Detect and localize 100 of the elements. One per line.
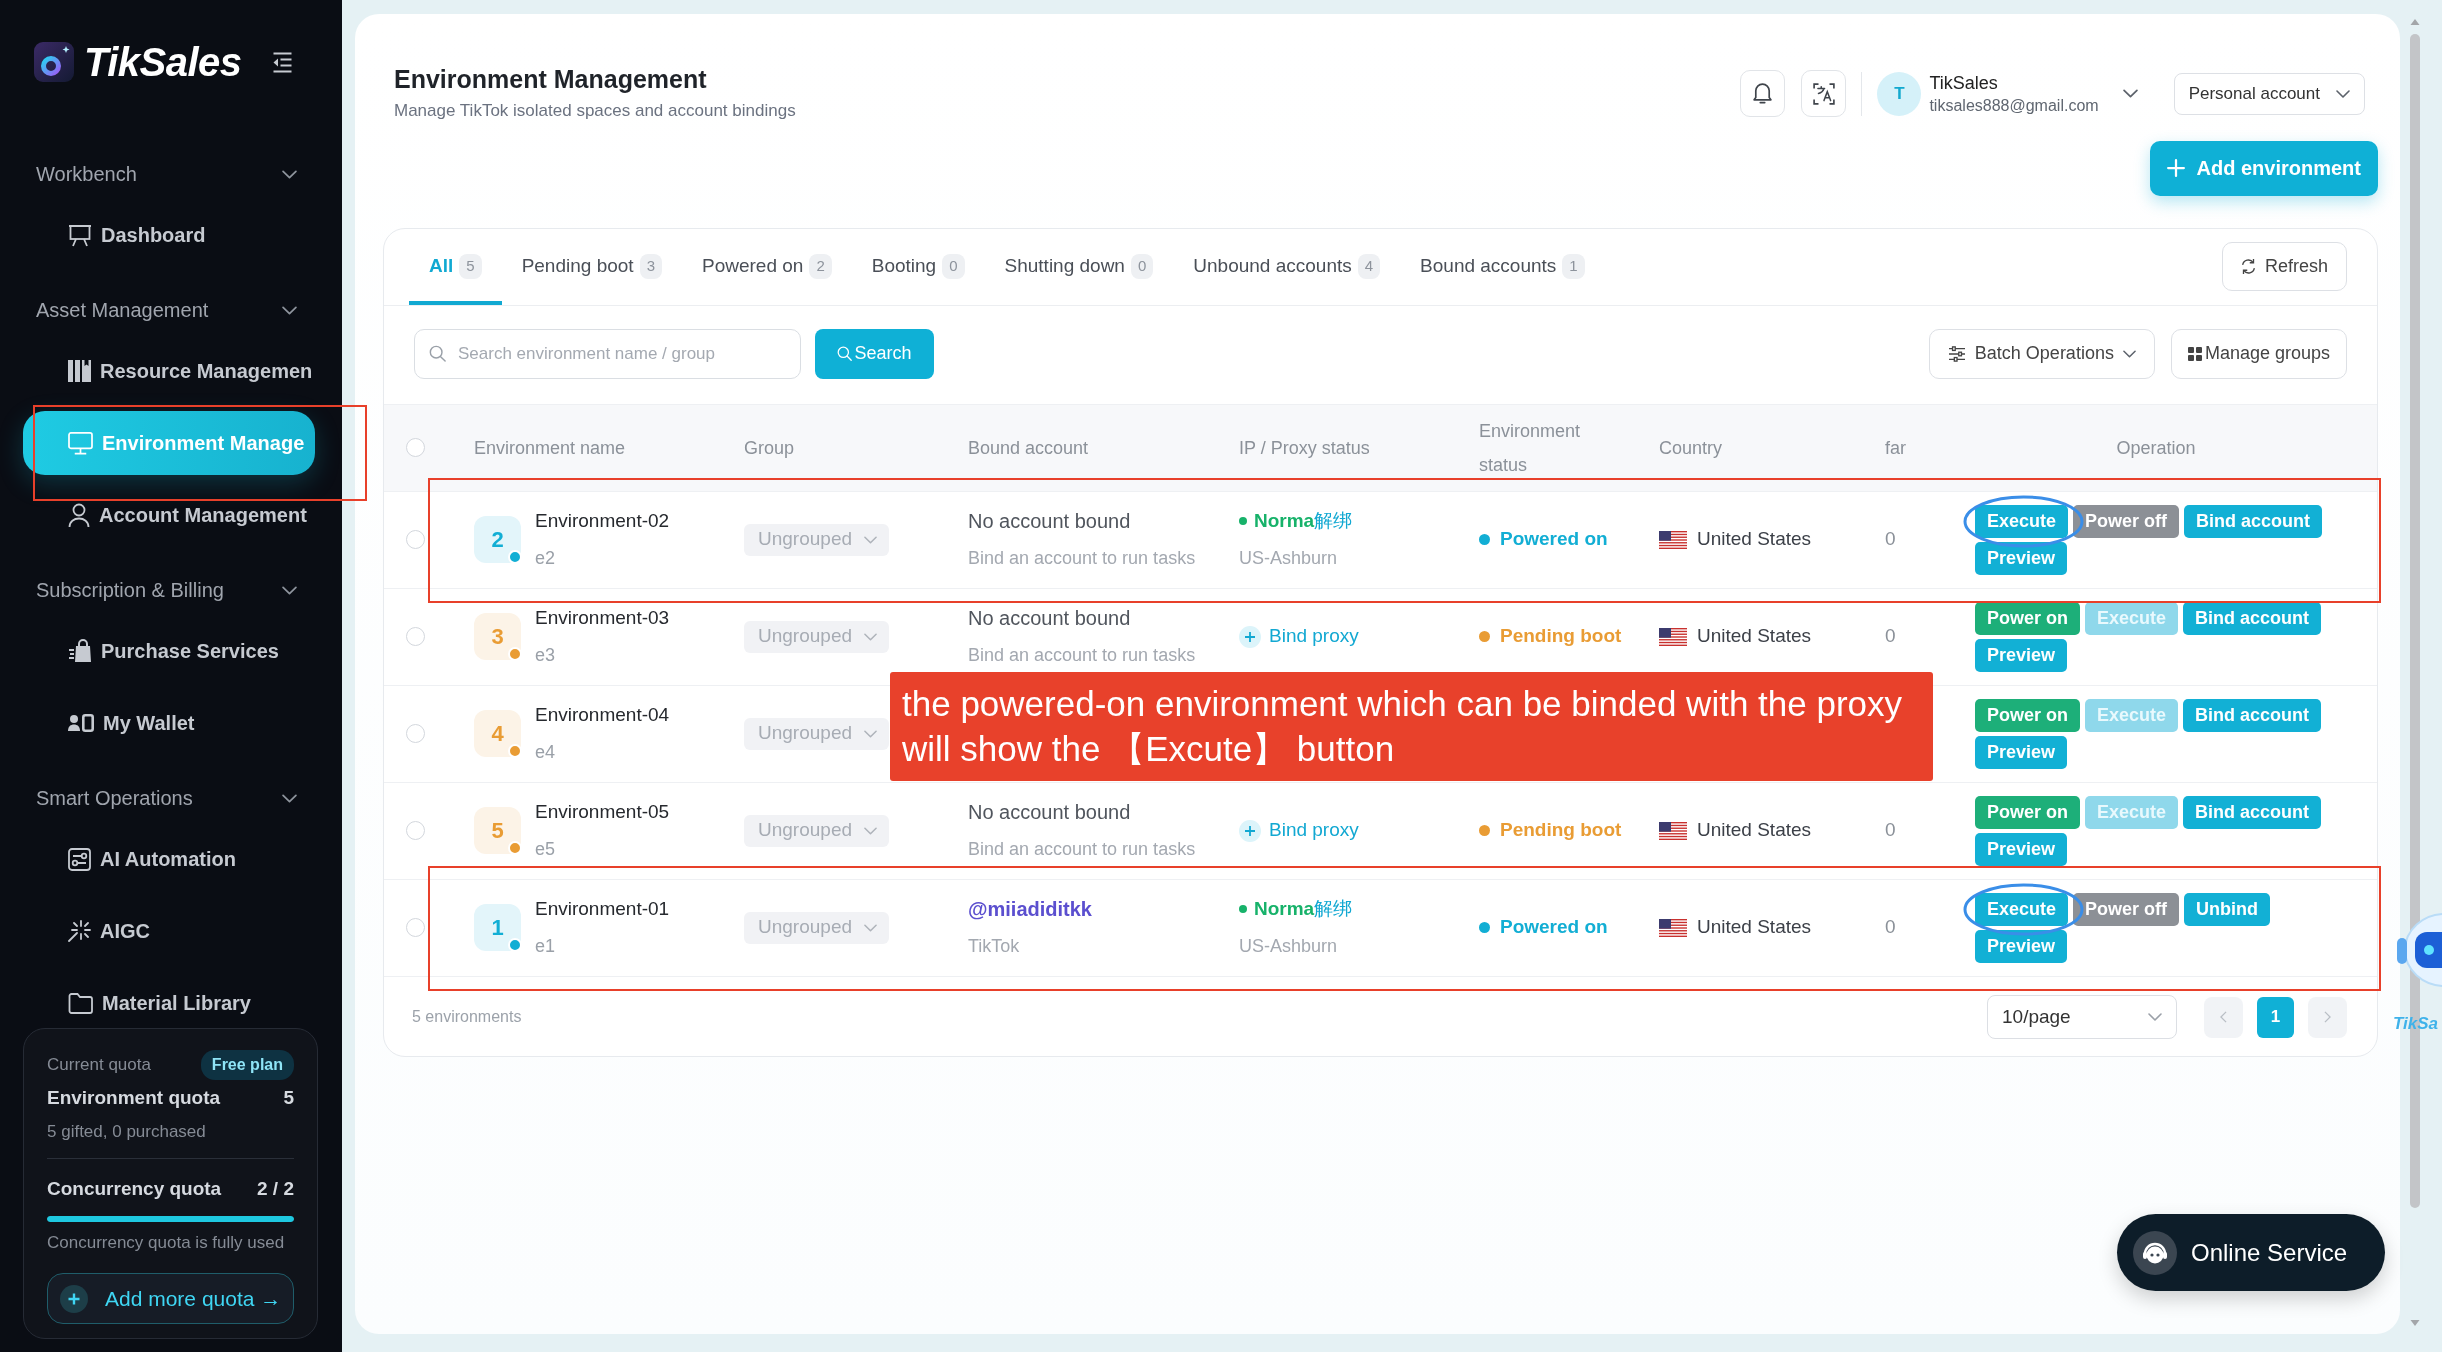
account-note: Bind an account to run tasks [968,838,1196,861]
section-header[interactable]: Asset Management [0,285,342,335]
nav-item[interactable]: Account Management [23,483,315,547]
page-size-select[interactable]: 10/page [1987,995,2177,1039]
section-header[interactable]: Workbench [0,149,342,199]
online-service-button[interactable]: Online Service [2117,1214,2385,1291]
action-button[interactable]: Unbind [2184,892,2271,926]
next-page-button[interactable] [2308,996,2347,1038]
sliders-icon [1947,345,1966,362]
tab[interactable]: All 5 [409,228,502,305]
tab[interactable]: Powered on 2 [681,228,852,305]
section-header[interactable]: Subscription & Billing [0,565,342,615]
nav-item[interactable]: AIGC [23,899,315,963]
action-button[interactable]: Preview [1975,541,2068,575]
number-label: 3 [474,613,521,660]
plus-circle-icon [1239,625,1261,648]
count-label: 0 [942,254,965,279]
tab[interactable]: Unbound accounts 4 [1173,228,1401,305]
nav-item[interactable]: Environment Manage [23,411,315,475]
action-button[interactable]: Power on [1975,795,2080,829]
action-button[interactable]: Bind account [2183,795,2322,829]
count-label: 1 [1562,254,1585,279]
user-icon [68,502,90,528]
bind-proxy-link[interactable]: Bind proxy [1239,622,1359,651]
account-status: No account bound [968,800,1132,824]
select-all-checkbox[interactable] [406,438,425,457]
nav-item[interactable]: Material Library [23,971,315,1035]
nav-item[interactable]: Resource Managemen [23,339,315,403]
proxy-status: Norma [1254,897,1315,921]
quota-note: 5 gifted, 0 purchased [47,1120,207,1143]
unbind-link[interactable]: 解绑 [1314,897,1353,921]
translate-button[interactable] [1801,70,1847,117]
column-header: Bound account [968,436,1089,460]
menu-icon[interactable] [272,51,293,73]
folder-icon [68,992,93,1014]
flag-icon [1659,821,1687,840]
account-link[interactable]: @miiadiditkk [968,897,1092,921]
action-button[interactable]: Bind account [2183,601,2322,635]
nav-item[interactable]: Purchase Services [23,619,315,683]
count-label: 3 [639,254,662,279]
user-avatar[interactable]: T [1877,71,1922,116]
previous-page-button[interactable] [2204,996,2243,1038]
chevron-down-icon[interactable] [2122,89,2138,98]
quota-value: 2 / 2 [257,1177,294,1201]
action-button[interactable]: Execute [1975,892,2069,926]
add-quota-button[interactable]: Add more quota → [47,1273,294,1324]
action-button[interactable]: Preview [1975,929,2068,963]
refresh-button[interactable]: Refresh [2221,242,2347,291]
account-note: Bind an account to run tasks [968,644,1196,667]
action-button[interactable]: Power on [1975,698,2080,732]
column-header: far [1885,436,1906,460]
action-button[interactable]: Preview [1975,832,2068,866]
action-button[interactable]: Power on [1975,601,2080,635]
page-button[interactable]: 1 [2257,996,2294,1038]
action-button[interactable]: Bind account [2184,504,2323,538]
group-select[interactable]: Ungrouped [744,911,890,944]
unbind-link[interactable]: 解绑 [1314,509,1353,533]
action-button[interactable]: Preview [1975,735,2068,769]
row-checkbox[interactable] [406,627,425,646]
brand-name: TikSales [84,42,242,82]
nav-item[interactable]: My Wallet [23,691,315,755]
country-name: United States [1697,527,1812,552]
status-dot-icon [1239,905,1247,913]
action-button[interactable]: Preview [1975,638,2068,672]
row-checkbox[interactable] [406,918,425,937]
batch-operations-button[interactable]: Batch Operations [1928,328,2155,379]
action-button[interactable]: Power off [2073,892,2180,926]
notification-button[interactable] [1740,70,1786,117]
row-checkbox[interactable] [406,724,425,743]
nav-item[interactable]: Dashboard [23,203,315,267]
chevron-icon [282,585,297,595]
tab[interactable]: Booting 0 [851,228,985,305]
tab[interactable]: Shutting down 0 [984,228,1174,305]
quota-value: 5 [283,1086,294,1110]
group-select[interactable]: Ungrouped [744,814,890,847]
chevron-icon [282,305,297,315]
action-button[interactable]: Power off [2073,504,2180,538]
search-button[interactable]: Search [815,328,934,379]
action-button[interactable]: Execute [1975,504,2069,538]
quota-label: Concurrency quota [47,1177,222,1201]
proxy-status: Norma [1254,509,1315,533]
section-header[interactable]: Smart Operations [0,773,342,823]
bind-proxy-link[interactable]: Bind proxy [1239,816,1359,845]
account-status: No account bound [968,509,1132,533]
row-checkbox[interactable] [406,821,425,840]
tab[interactable]: Bound accounts 1 [1400,228,1605,305]
account-type-select[interactable]: Personal account [2173,72,2365,115]
action-button[interactable]: Bind account [2183,698,2322,732]
tab[interactable]: Pending boot 3 [501,228,682,305]
row-checkbox[interactable] [406,530,425,549]
group-select[interactable]: Ungrouped [744,523,890,556]
chevron-down-icon [2122,349,2136,358]
search-field[interactable]: Search environment name / group [414,328,801,379]
nav-item[interactable]: AI Automation [23,827,315,891]
group-select[interactable]: Ungrouped [744,620,890,653]
group-select[interactable]: Ungrouped [744,717,890,750]
manage-groups-button[interactable]: Manage groups [2170,328,2347,379]
add-environment-button[interactable]: Add environment [2149,140,2378,196]
quota-label: Environment quota [47,1086,221,1110]
country-name: United States [1697,818,1812,843]
